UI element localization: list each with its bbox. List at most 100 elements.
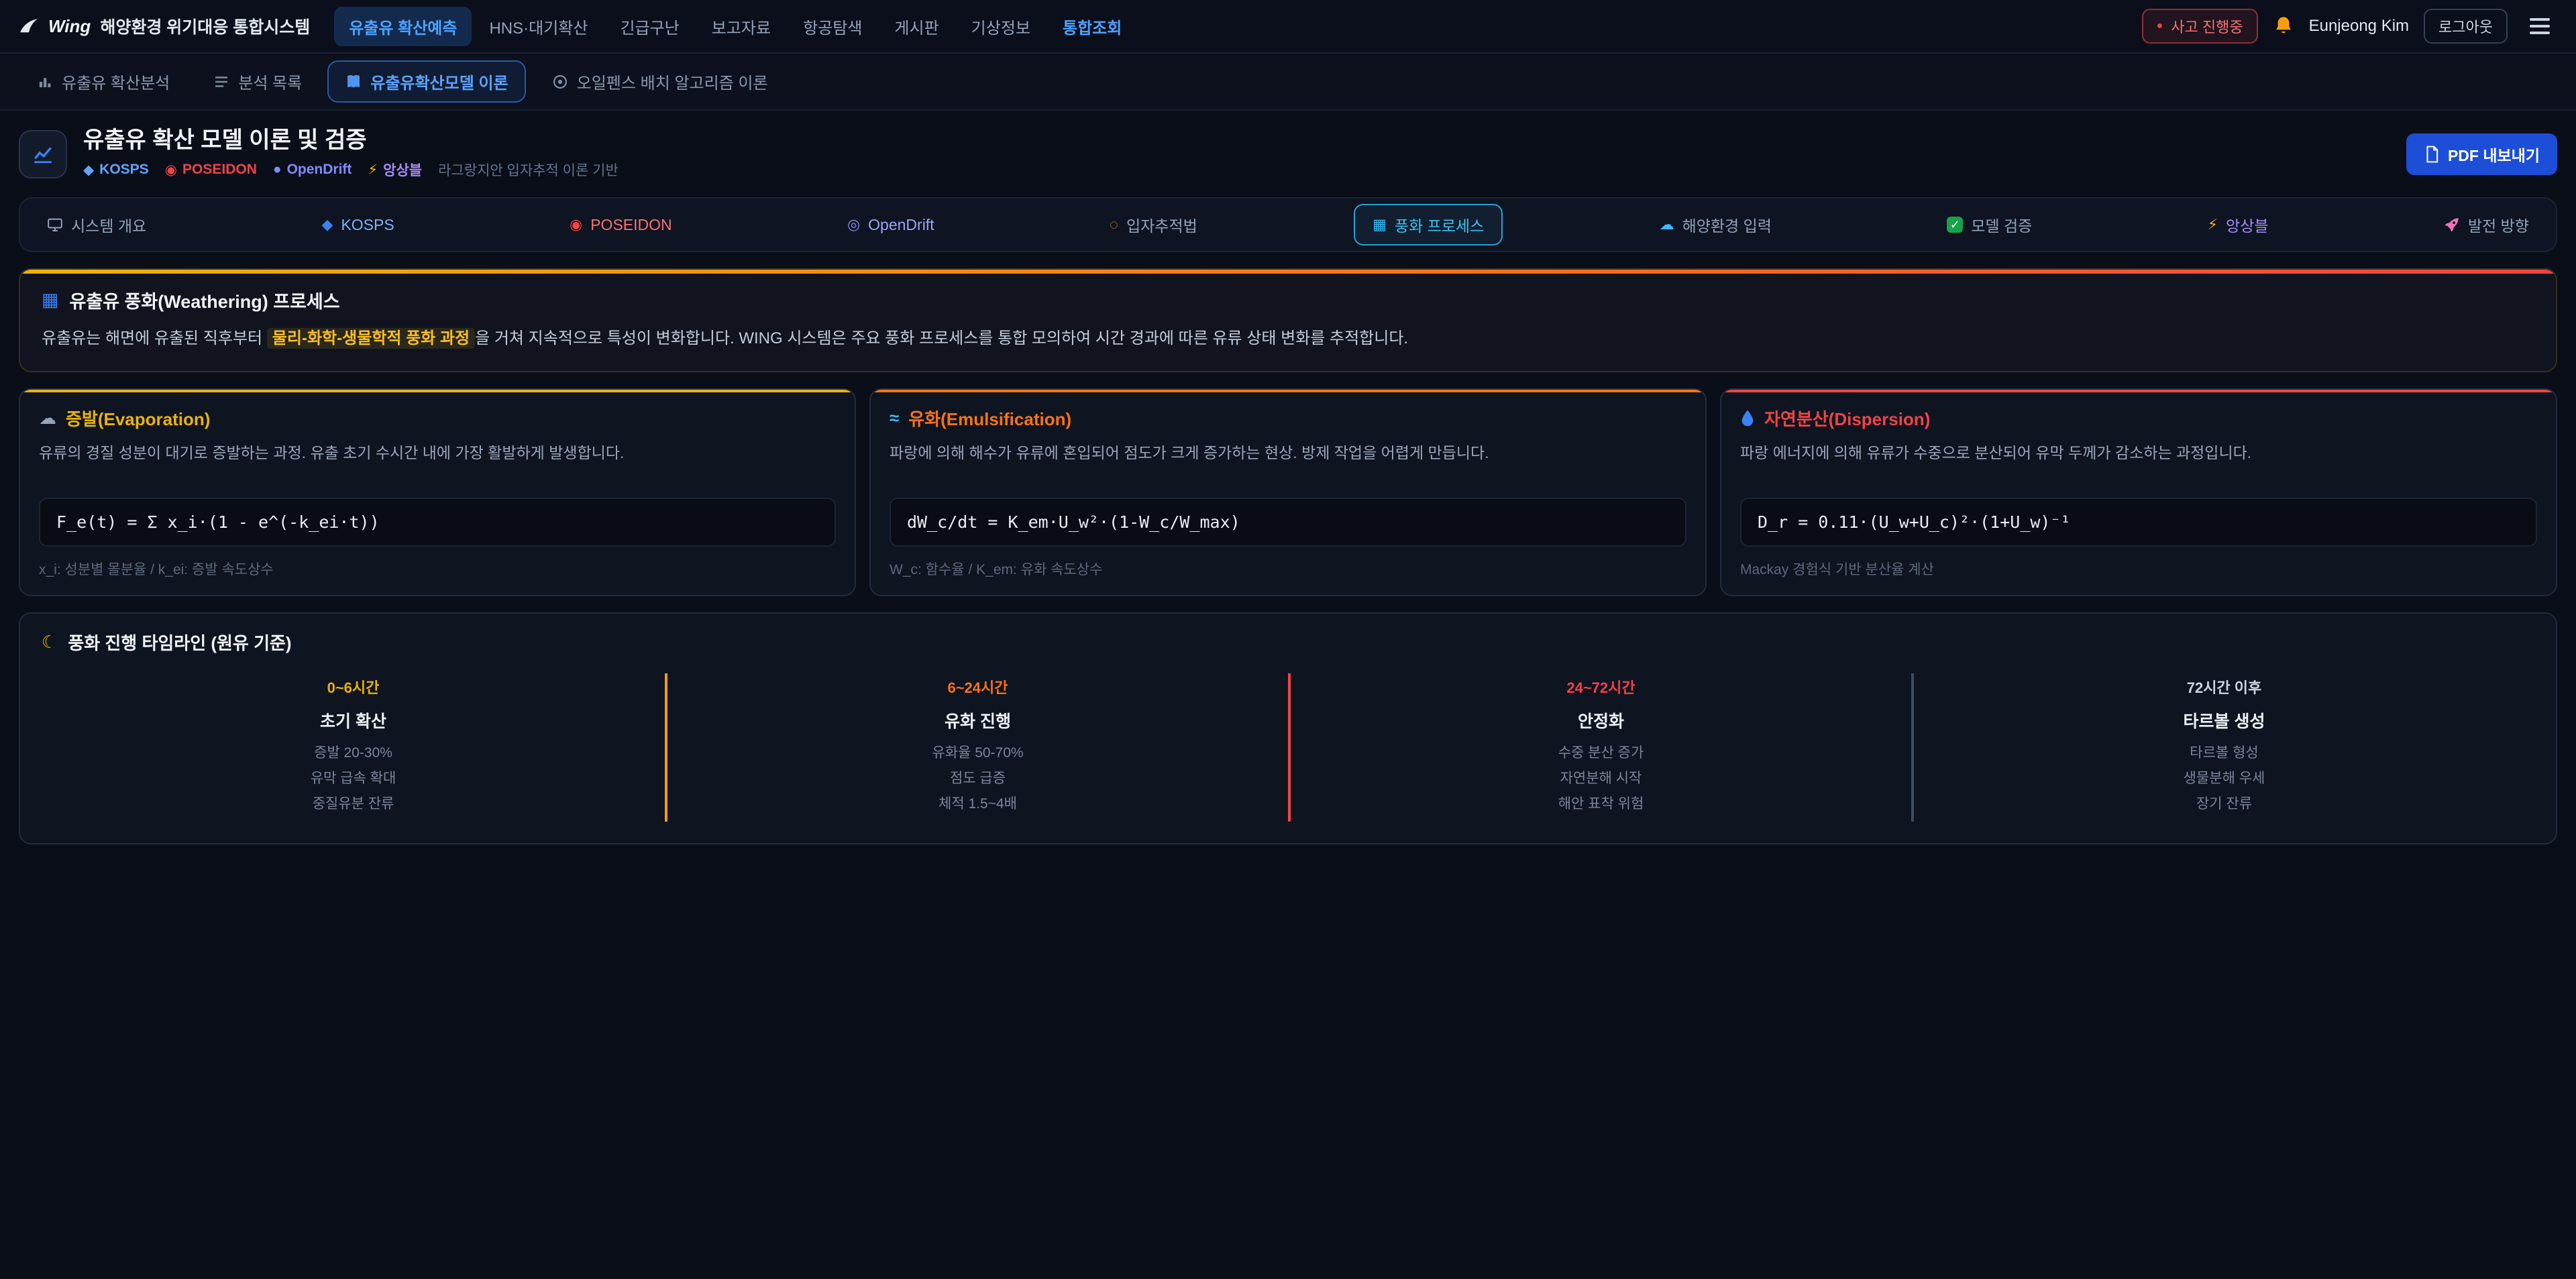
wave-icon: ≈ [890, 408, 899, 429]
page-title: 유출유 확산 모델 이론 및 검증 [83, 128, 619, 153]
dispersion-footnote: Mackay 경험식 기반 분산율 계산 [1740, 559, 2537, 579]
cloud-icon: ☁ [1660, 217, 1674, 232]
diamond-icon: ◆ [83, 162, 94, 178]
stage-time: 72시간 이후 [1927, 676, 2521, 698]
droplet-icon [1740, 409, 1755, 427]
process-card-grid: ☁ 증발(Evaporation) 유류의 경질 성분이 대기로 증발하는 과정… [19, 388, 2557, 596]
stage-title: 유화 진행 [681, 708, 1275, 732]
evaporation-card: ☁ 증발(Evaporation) 유류의 경질 성분이 대기로 증발하는 과정… [19, 388, 856, 596]
app-title: 해양환경 위기대응 통합시스템 [100, 14, 310, 38]
timeline-title: ☾ 풍화 진행 타임라인 (원유 기준) [42, 630, 2534, 655]
section-nav-ocean-environment-input[interactable]: ☁ 해양환경 입력 [1641, 204, 1790, 245]
emulsification-title: ≈ 유화(Emulsification) [890, 406, 1686, 431]
section-nav-kosps[interactable]: ◆ KOSPS [303, 207, 413, 243]
section-nav-model-validation[interactable]: ✓ 모델 검증 [1928, 204, 2051, 245]
circle-dot-icon: ◉ [570, 217, 582, 232]
circle-dot-icon: ◉ [165, 162, 177, 178]
nav-item-aerial-search[interactable]: 항공탐색 [788, 7, 877, 46]
stage-time: 24~72시간 [1304, 676, 1898, 698]
diamond-icon: ◆ [322, 217, 333, 232]
page-header-icon [19, 130, 67, 178]
dispersion-title: 자연분산(Dispersion) [1740, 406, 2537, 431]
tab-label: 분석 목록 [238, 70, 302, 93]
section-nav-future-direction[interactable]: 발전 방향 [2425, 204, 2548, 245]
weathering-timeline-card: ☾ 풍화 진행 타임라인 (원유 기준) 0~6시간 초기 확산 증발 20-3… [19, 612, 2557, 844]
stage-title: 안정화 [1304, 708, 1898, 732]
bullseye-icon: ◎ [847, 217, 860, 232]
wing-logo-icon [19, 17, 39, 35]
section-nav-weathering-process[interactable]: ▦ 풍화 프로세스 [1354, 204, 1503, 245]
moon-icon: ☾ [42, 632, 57, 653]
weathering-highlight: 물리-화학-생물학적 풍화 과정 [267, 328, 475, 349]
stage-title: 초기 확산 [55, 708, 651, 732]
lightning-icon: ⚡ [2208, 217, 2218, 232]
emulsification-description: 파랑에 의해 해수가 유류에 혼입되어 점도가 크게 증가하는 현상. 방제 작… [890, 441, 1686, 484]
badge-kosps: ◆ KOSPS [83, 162, 149, 178]
timeline-grid: 0~6시간 초기 확산 증발 20-30% 유막 급속 확대 중질유분 잔류 6… [42, 673, 2534, 822]
stage-title: 타르볼 생성 [1927, 708, 2521, 732]
pdf-export-button[interactable]: PDF 내보내기 [2406, 133, 2557, 175]
evaporation-footnote: x_i: 성분별 몰분율 / k_ei: 증발 속도상수 [39, 559, 836, 579]
weathering-description: 유출유는 해면에 유출된 직후부터 물리-화학-생물학적 풍화 과정을 거쳐 지… [42, 325, 2534, 352]
weathering-intro-card: ▦ 유출유 풍화(Weathering) 프로세스 유출유는 해면에 유출된 직… [19, 268, 2557, 372]
dispersion-description: 파랑 에너지에 의해 유류가 수중으로 분산되어 유막 두께가 감소하는 과정입… [1740, 441, 2537, 484]
tab-spill-analysis[interactable]: 유출유 확산분석 [19, 60, 187, 103]
page-header-text: 유출유 확산 모델 이론 및 검증 ◆ KOSPS ◉ POSEIDON ● O… [83, 128, 619, 180]
emulsification-card: ≈ 유화(Emulsification) 파랑에 의해 해수가 유류에 혼입되어… [869, 388, 1707, 596]
lightning-icon: ⚡ [368, 162, 378, 178]
logout-button[interactable]: 로그아웃 [2424, 9, 2508, 44]
list-icon [213, 73, 230, 91]
dispersion-formula: D_r = 0.11·(U_w+U_c)²·(1+U_w)⁻¹ [1740, 498, 2537, 547]
chart-icon [36, 73, 54, 91]
page-header-meta: ◆ KOSPS ◉ POSEIDON ● OpenDrift ⚡ 앙상블 라그랑… [83, 160, 619, 180]
nav-item-oil-spill-prediction[interactable]: 유출유 확산예측 [334, 7, 472, 46]
tab-label: 유출유 확산분석 [62, 70, 170, 93]
nav-item-reports[interactable]: 보고자료 [697, 7, 786, 46]
incident-status-badge[interactable]: ● 사고 진행중 [2142, 9, 2258, 44]
tab-analysis-list[interactable]: 분석 목록 [195, 60, 319, 103]
nav-item-emergency-rescue[interactable]: 긴급구난 [605, 7, 694, 46]
stage-time: 0~6시간 [55, 676, 651, 698]
circle-icon: ● [273, 162, 282, 178]
timeline-stage-tarball: 72시간 이후 타르볼 생성 타르볼 형성 생물분해 우세 장기 잔류 [1911, 673, 2534, 822]
evaporation-description: 유류의 경질 성분이 대기로 증발하는 과정. 유출 초기 수시간 내에 가장 … [39, 441, 836, 484]
notification-bell-icon[interactable] [2273, 15, 2294, 37]
timeline-stage-initial-spread: 0~6시간 초기 확산 증발 20-30% 유막 급속 확대 중질유분 잔류 [42, 673, 665, 822]
page-header: 유출유 확산 모델 이론 및 검증 ◆ KOSPS ◉ POSEIDON ● O… [0, 111, 2576, 192]
timeline-stage-stabilization: 24~72시간 안정화 수중 분산 증가 자연분해 시작 해안 표착 위험 [1288, 673, 1911, 822]
tab-oil-fence-algorithm-theory[interactable]: 오일펜스 배치 알고리즘 이론 [534, 60, 786, 103]
evaporation-formula: F_e(t) = Σ x_i·(1 - e^(-k_ei·t)) [39, 498, 836, 547]
target-icon [551, 73, 569, 91]
incident-dot-icon: ● [2157, 20, 2163, 32]
monitor-icon [47, 217, 63, 233]
brand: Wing 해양환경 위기대응 통합시스템 [19, 14, 310, 38]
hamburger-menu-icon[interactable] [2522, 11, 2557, 41]
nav-item-hns-air-dispersion[interactable]: HNS·대기확산 [474, 7, 602, 46]
evaporation-title: ☁ 증발(Evaporation) [39, 406, 836, 431]
section-nav-particle-tracking[interactable]: ◌ 입자추적법 [1091, 204, 1216, 245]
stage-time: 6~24시간 [681, 676, 1275, 698]
emulsification-formula: dW_c/dt = K_em·U_w²·(1-W_c/W_max) [890, 498, 1686, 547]
header-subtitle-note: 라그랑지안 입자추적 이론 기반 [438, 160, 619, 180]
grid-icon: ▦ [1373, 217, 1387, 232]
tab-label: 오일펜스 배치 알고리즘 이론 [577, 70, 768, 93]
grid-icon: ▦ [42, 290, 59, 311]
tab-label: 유출유확산모델 이론 [370, 70, 508, 93]
tab-spill-model-theory[interactable]: 유출유확산모델 이론 [327, 60, 525, 103]
section-nav: 시스템 개요 ◆ KOSPS ◉ POSEIDON ◎ OpenDrift ◌ … [19, 197, 2557, 252]
weathering-section-title: ▦ 유출유 풍화(Weathering) 프로세스 [42, 287, 2534, 313]
section-nav-system-overview[interactable]: 시스템 개요 [28, 204, 165, 245]
section-nav-poseidon[interactable]: ◉ POSEIDON [551, 207, 691, 243]
section-nav-opendrift[interactable]: ◎ OpenDrift [828, 207, 953, 243]
rocket-icon [2444, 217, 2460, 233]
check-icon: ✓ [1947, 217, 1963, 233]
particles-icon: ◌ [1110, 217, 1118, 232]
main-nav: 유출유 확산예측 HNS·대기확산 긴급구난 보고자료 항공탐색 게시판 기상정… [334, 7, 1136, 46]
nav-item-integrated-search[interactable]: 통합조회 [1048, 7, 1136, 46]
dispersion-card: 자연분산(Dispersion) 파랑 에너지에 의해 유류가 수중으로 분산되… [1720, 388, 2557, 596]
nav-item-weather-info[interactable]: 기상정보 [957, 7, 1045, 46]
document-icon [2424, 146, 2440, 163]
sub-tabbar: 유출유 확산분석 분석 목록 유출유확산모델 이론 오일펜스 배치 알고리즘 이… [0, 54, 2576, 111]
nav-item-board[interactable]: 게시판 [879, 7, 953, 46]
section-nav-ensemble[interactable]: ⚡ 앙상블 [2189, 204, 2288, 245]
